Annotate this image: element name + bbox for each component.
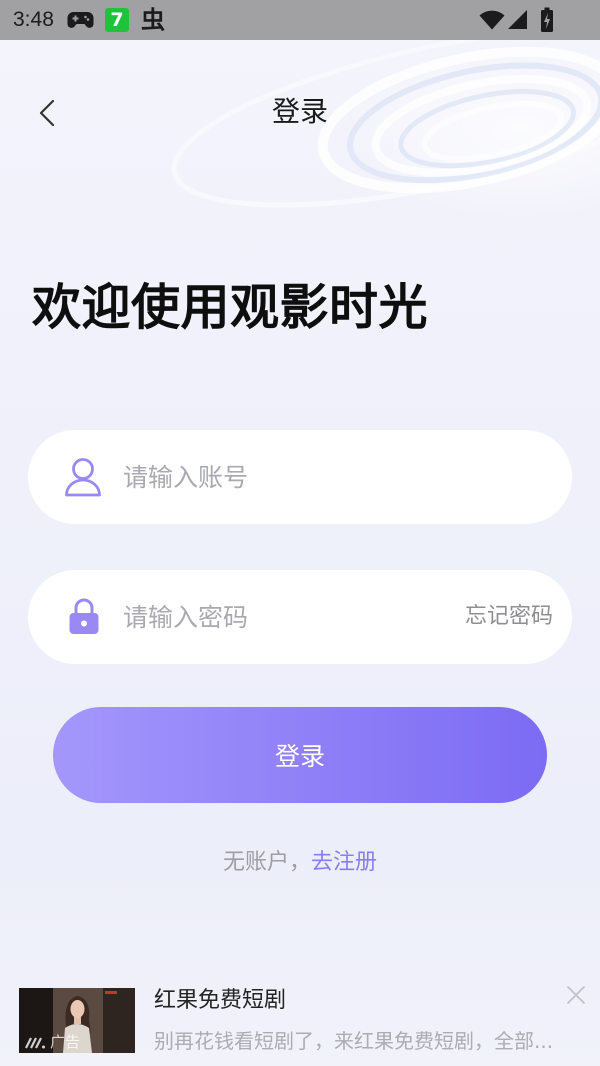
ad-close-button[interactable]	[566, 985, 586, 1005]
cell-signal-icon	[508, 10, 527, 29]
app-7-icon: 7	[105, 8, 129, 32]
forgot-password-link[interactable]: 忘记密码	[465, 570, 553, 664]
register-prompt-line: 无账户，去注册	[0, 848, 600, 878]
password-field[interactable]: 忘记密码	[28, 570, 572, 664]
login-button[interactable]: 登录	[53, 707, 547, 803]
account-input[interactable]	[123, 430, 543, 524]
login-screen: 3:48 7 虫 登录 欢迎使用观影时光 请输入账号 忘记密码 登录 无账户，去…	[0, 0, 600, 1066]
register-prompt-text: 无账户，	[222, 850, 311, 875]
status-bar: 3:48 7 虫	[0, 0, 600, 40]
ad-thumbnail[interactable]: 广告	[19, 988, 135, 1053]
back-button[interactable]	[22, 88, 72, 138]
battery-charging-icon	[541, 7, 553, 32]
gamepad-icon	[67, 12, 94, 28]
ad-banner[interactable]: 广告 红果免费短剧 别再花钱看短剧了，来红果免费短剧，全部...	[0, 975, 600, 1066]
welcome-heading: 欢迎使用观影时光	[32, 279, 429, 336]
ad-network-logo-icon	[25, 1037, 45, 1049]
password-input[interactable]	[123, 570, 443, 664]
user-icon	[63, 457, 103, 497]
wifi-icon	[479, 10, 505, 30]
ad-badge: 广告	[50, 1033, 81, 1051]
chevron-left-icon	[39, 99, 55, 127]
bug-icon: 虫	[141, 6, 165, 34]
lock-icon	[68, 597, 100, 635]
register-link[interactable]: 去注册	[311, 850, 377, 875]
close-icon	[567, 986, 585, 1004]
page-title: 登录	[271, 95, 328, 128]
account-field[interactable]	[28, 430, 572, 524]
background-swirl-decoration	[171, 40, 600, 240]
status-time: 3:48	[13, 8, 54, 31]
ad-description: 别再花钱看短剧了，来红果免费短剧，全部...	[154, 1029, 554, 1053]
ad-title: 红果免费短剧	[154, 988, 287, 1013]
